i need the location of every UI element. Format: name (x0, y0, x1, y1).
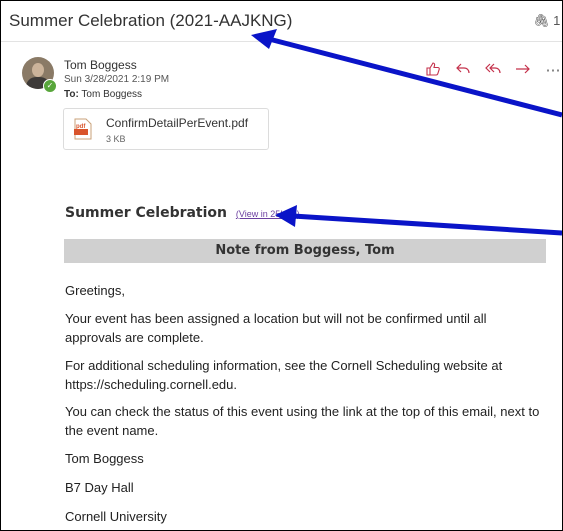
email-reading-pane: Summer Celebration (2021-AAJKNG) 🖇 1 ⌄ ✓… (0, 0, 563, 531)
arrow-to-view-link (275, 205, 562, 236)
arrow-to-subject (251, 29, 562, 118)
annotation-arrows (251, 29, 562, 236)
